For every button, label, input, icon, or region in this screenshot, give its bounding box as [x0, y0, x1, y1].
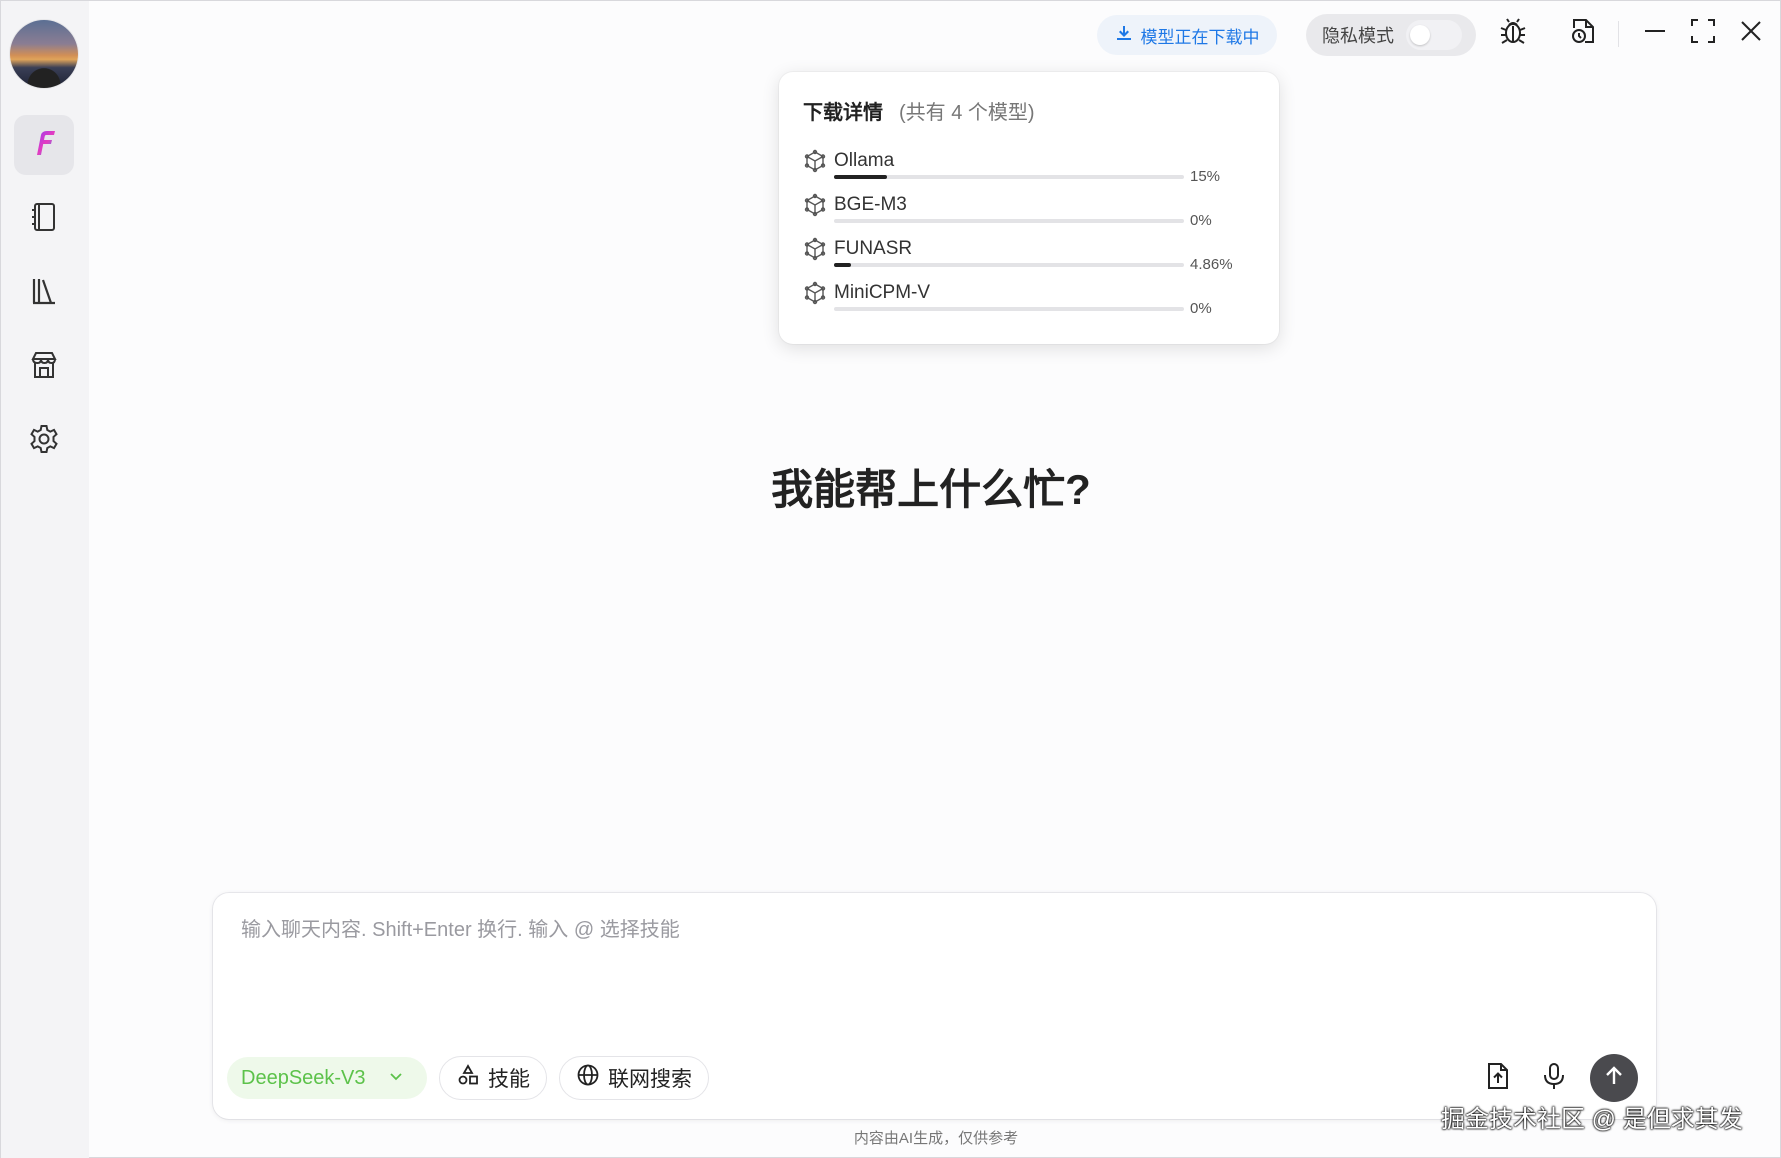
divider	[1618, 21, 1619, 47]
model-cube-icon	[803, 237, 827, 261]
download-status-label: 模型正在下载中	[1140, 27, 1260, 47]
microphone-icon	[1539, 1061, 1569, 1096]
library-icon	[28, 275, 60, 312]
progress-percent: 0%	[1190, 212, 1212, 229]
upload-file-button[interactable]	[1478, 1058, 1518, 1098]
model-row: BGE-M3 0%	[803, 191, 1253, 235]
model-row: Ollama 15%	[803, 147, 1253, 191]
file-upload-icon	[1483, 1061, 1513, 1096]
sidebar	[1, 1, 89, 1158]
progress-bar	[834, 263, 1184, 267]
model-name: FUNASR	[834, 238, 913, 259]
privacy-mode: 隐私模式	[1306, 14, 1476, 56]
progress-percent: 0%	[1190, 300, 1212, 317]
fullscreen-button[interactable]	[1685, 15, 1721, 51]
popover-title: 下载详情	[803, 102, 883, 124]
shapes-icon	[456, 1063, 480, 1093]
model-cube-icon	[803, 149, 827, 173]
app-window: 模型正在下载中 隐私模式 下载详情 (共有 4 个模型) Ollama 15% …	[0, 0, 1781, 1158]
globe-icon	[576, 1063, 600, 1093]
arrow-up-icon	[1601, 1063, 1627, 1094]
progress-fill	[834, 263, 851, 267]
skills-button[interactable]: 技能	[439, 1056, 547, 1100]
app-logo-icon	[28, 127, 60, 164]
ai-disclaimer: 内容由AI生成，仅供参考	[853, 1130, 1019, 1147]
model-cube-icon	[803, 281, 827, 305]
fullscreen-icon	[1688, 16, 1718, 51]
download-details-popover: 下载详情 (共有 4 个模型) Ollama 15% BGE-M3 0% FUN…	[779, 72, 1279, 344]
sidebar-item-library[interactable]	[14, 263, 74, 323]
debug-button[interactable]	[1495, 15, 1531, 51]
model-selector[interactable]: DeepSeek-V3	[227, 1057, 427, 1099]
web-search-label: 联网搜索	[608, 1068, 692, 1091]
model-row: FUNASR 4.86%	[803, 235, 1253, 279]
sidebar-item-settings[interactable]	[14, 411, 74, 471]
model-cube-icon	[803, 193, 827, 217]
sidebar-item-chat[interactable]	[14, 115, 74, 175]
avatar[interactable]	[10, 20, 78, 88]
page-title: 我能帮上什么忙?	[771, 466, 1091, 513]
file-clock-icon	[1568, 16, 1598, 51]
sidebar-item-notebook[interactable]	[14, 189, 74, 249]
model-name: MiniCPM-V	[834, 282, 931, 303]
progress-bar	[834, 219, 1184, 223]
minimize-icon	[1640, 16, 1670, 51]
model-name: Ollama	[834, 150, 895, 171]
toggle-knob	[1410, 25, 1430, 45]
notebook-icon	[28, 201, 60, 238]
web-search-button[interactable]: 联网搜索	[559, 1056, 709, 1100]
minimize-button[interactable]	[1637, 15, 1673, 51]
progress-bar	[834, 175, 1184, 179]
chat-input[interactable]	[241, 913, 1621, 1013]
progress-percent: 4.86%	[1190, 256, 1233, 273]
bug-icon	[1498, 16, 1528, 51]
store-icon	[28, 349, 60, 386]
model-name: BGE-M3	[834, 194, 907, 215]
skills-label: 技能	[488, 1068, 530, 1091]
close-icon	[1736, 16, 1766, 51]
close-button[interactable]	[1733, 15, 1769, 51]
popover-subtitle: (共有 4 个模型)	[899, 102, 1035, 124]
watermark: 掘金技术社区 @ 是但求其发	[1441, 1106, 1743, 1133]
download-icon	[1115, 24, 1133, 47]
model-selector-label: DeepSeek-V3	[241, 1066, 366, 1089]
progress-bar	[834, 307, 1184, 311]
voice-input-button[interactable]	[1534, 1058, 1574, 1098]
progress-fill	[834, 175, 887, 179]
model-row: MiniCPM-V 0%	[803, 279, 1253, 323]
chevron-down-icon	[388, 1067, 404, 1090]
download-status-button[interactable]: 模型正在下载中	[1097, 15, 1277, 55]
privacy-mode-label: 隐私模式	[1322, 26, 1394, 46]
chat-composer: DeepSeek-V3 技能 联网搜索	[213, 893, 1656, 1119]
send-button[interactable]	[1590, 1054, 1638, 1102]
privacy-mode-toggle[interactable]	[1406, 20, 1462, 50]
gear-icon	[28, 423, 60, 460]
history-button[interactable]	[1565, 15, 1601, 51]
sidebar-item-store[interactable]	[14, 337, 74, 397]
progress-percent: 15%	[1190, 168, 1221, 185]
